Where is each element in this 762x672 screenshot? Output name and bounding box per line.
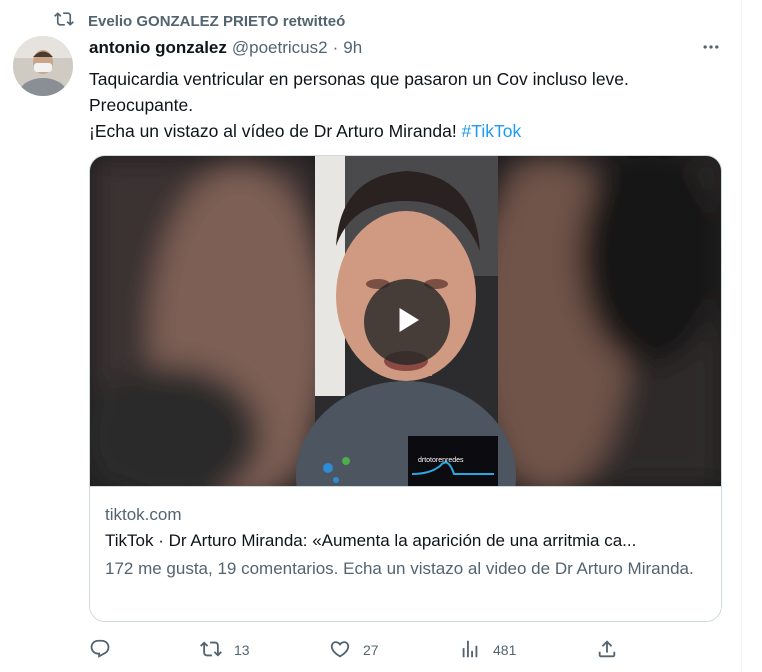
retweet-context: Evelio GONZALEZ PRIETO retwitteó [54, 10, 345, 32]
heart-icon [329, 638, 351, 663]
author-name[interactable]: antonio gonzalez [89, 38, 227, 58]
avatar[interactable] [13, 36, 73, 96]
retweet-icon [54, 9, 74, 34]
more-icon [701, 37, 721, 62]
hashtag-link[interactable]: #TikTok [462, 121, 522, 141]
retweet-count: 13 [234, 642, 250, 658]
video-thumbnail[interactable]: drtotorenredes [90, 156, 721, 486]
views-chart-icon [459, 638, 481, 663]
column-divider [741, 0, 742, 672]
link-card[interactable]: drtotorenredes tiktok.com TikTok · Dr Ar… [89, 155, 722, 622]
play-icon [389, 302, 425, 343]
retweet-button[interactable]: 13 [200, 636, 250, 664]
reply-button[interactable] [89, 636, 123, 664]
tweet-text-line: Taquicardia ventricular en personas que … [89, 69, 629, 89]
header-separator: · [332, 38, 339, 57]
reply-icon [89, 638, 111, 663]
like-button[interactable]: 27 [329, 636, 379, 664]
views-count: 481 [493, 642, 517, 658]
card-title: TikTok · Dr Arturo Miranda: «Aumenta la … [105, 531, 637, 550]
tweet-text: Taquicardia ventricular en personas que … [89, 66, 719, 144]
share-button[interactable] [596, 636, 630, 664]
more-options-button[interactable] [697, 38, 725, 60]
tweet-actions: 13 27 481 [89, 636, 629, 664]
card-domain: tiktok.com [105, 505, 182, 524]
card-description: 172 me gusta, 19 comentarios. Echa un vi… [105, 559, 694, 578]
card-info[interactable]: tiktok.com TikTok · Dr Arturo Miranda: «… [90, 486, 721, 621]
video-watermark: drtotorenredes [418, 457, 464, 464]
tweet-text-segment: ¡Echa un vistazo al vídeo de Dr Arturo M… [89, 121, 462, 141]
retweeted-by-text[interactable]: Evelio GONZALEZ PRIETO retwitteó [88, 13, 345, 30]
tweet-text-line: ¡Echa un vistazo al vídeo de Dr Arturo M… [89, 118, 719, 144]
tweet-timestamp[interactable]: 9h [343, 38, 362, 58]
tweet-text-line: Preocupante. [89, 95, 194, 115]
tweet-header: antonio gonzalez @poetricus2 · 9h [89, 38, 362, 58]
author-handle[interactable]: @poetricus2 [232, 38, 328, 58]
retweet-icon [200, 638, 222, 663]
views-button[interactable]: 481 [459, 636, 516, 664]
like-count: 27 [363, 642, 379, 658]
share-icon [596, 638, 618, 663]
play-button[interactable] [364, 279, 450, 365]
